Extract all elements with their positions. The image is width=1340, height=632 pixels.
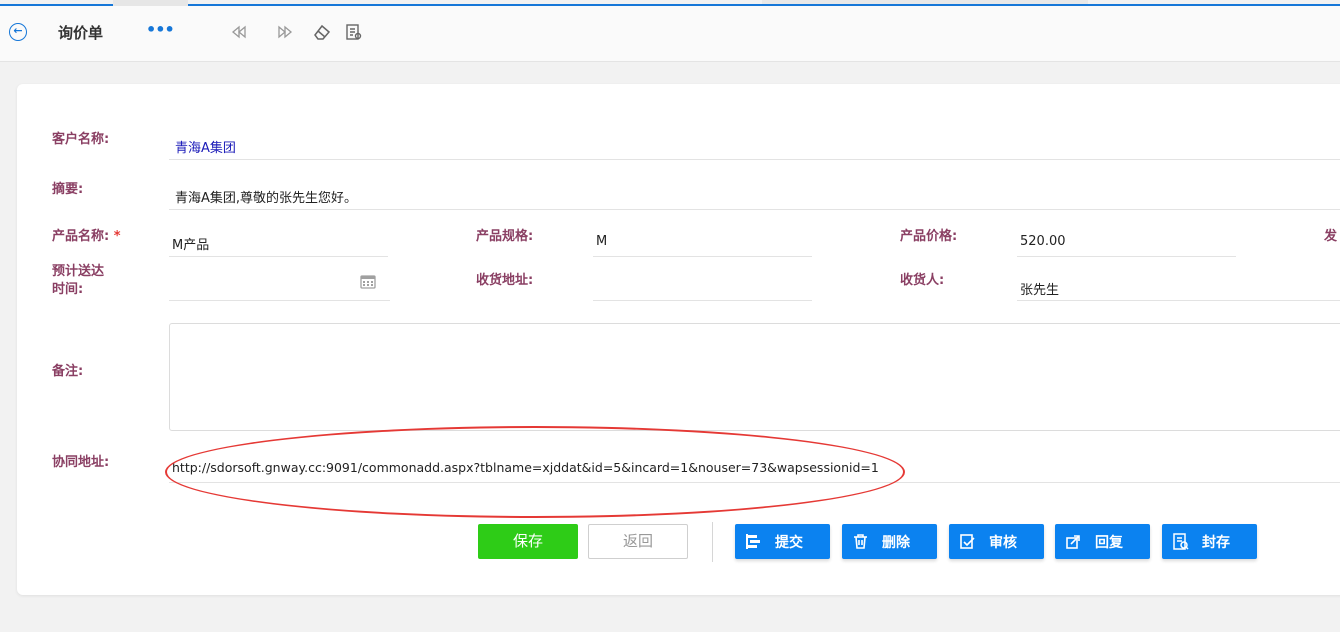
back-arrow-icon[interactable]: ← [9, 23, 27, 41]
product-price-field[interactable]: 520.00 [1020, 234, 1066, 249]
product-price-label: 产品价格: [900, 229, 958, 244]
save-button[interactable]: 保存 [478, 524, 578, 559]
header-toolbar: ← 询价单 ••• [0, 6, 1340, 62]
reply-label: 回复 [1095, 535, 1123, 551]
product-spec-label: 产品规格: [476, 229, 534, 244]
product-name-label: 产品名称: * [52, 229, 121, 244]
document-list-icon[interactable] [344, 22, 364, 42]
remark-label: 备注: [52, 364, 84, 379]
reply-button[interactable]: 回复 [1055, 524, 1150, 559]
review-button[interactable]: 审核 [949, 524, 1044, 559]
archive-button[interactable]: 封存 [1162, 524, 1257, 559]
page-title: 询价单 [58, 24, 104, 42]
button-divider [712, 522, 713, 562]
truncated-label: 发 [1324, 229, 1338, 244]
reply-icon [1065, 533, 1082, 550]
delete-label: 删除 [882, 535, 910, 551]
receiver-field[interactable]: 张先生 [1020, 279, 1059, 298]
review-label: 审核 [989, 535, 1017, 551]
eraser-icon[interactable] [312, 22, 332, 42]
product-name-field[interactable]: M产品 [172, 234, 209, 253]
next-record-icon[interactable] [275, 22, 295, 42]
receiver-label: 收货人: [900, 273, 945, 288]
trash-icon [852, 533, 869, 550]
back-button[interactable]: 返回 [588, 524, 688, 559]
delete-button[interactable]: 删除 [842, 524, 937, 559]
required-marker: * [113, 229, 121, 244]
submit-label: 提交 [775, 535, 803, 551]
summary-label: 摘要: [52, 182, 84, 197]
customer-label: 客户名称: [52, 132, 110, 147]
calendar-icon[interactable] [360, 273, 376, 289]
collab-url-label: 协同地址: [52, 455, 110, 470]
archive-label: 封存 [1202, 535, 1230, 551]
previous-record-icon[interactable] [229, 22, 249, 42]
product-spec-field[interactable]: M [596, 234, 607, 249]
delivery-address-label: 收货地址: [476, 273, 534, 288]
submit-button[interactable]: 提交 [735, 524, 830, 559]
summary-field[interactable]: 青海A集团,尊敬的张先生您好。 [175, 187, 357, 206]
remark-textarea[interactable] [169, 323, 1340, 431]
review-check-icon [959, 533, 976, 550]
submit-icon [745, 533, 762, 550]
customer-field[interactable]: 青海A集团 [175, 137, 236, 156]
archive-document-icon [1172, 533, 1189, 550]
more-options-icon[interactable]: ••• [146, 20, 175, 39]
collab-url-field[interactable]: http://sdorsoft.gnway.cc:9091/commonadd.… [172, 460, 879, 475]
delivery-time-label: 预计送达 时间: [52, 264, 105, 297]
